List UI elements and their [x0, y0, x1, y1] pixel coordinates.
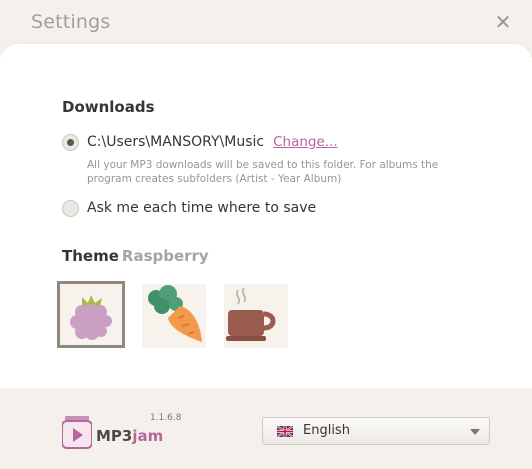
download-hint-line1: All your MP3 downloads will be saved to … — [87, 159, 439, 171]
theme-carrot[interactable] — [142, 284, 206, 348]
download-path-label: C:\Users\MANSORY\Music — [87, 134, 265, 150]
settings-footer: MP3jam 1.1.6.8 English — [0, 388, 532, 469]
window-title: Settings — [31, 11, 111, 33]
theme-raspberry[interactable] — [57, 281, 125, 348]
brand-prefix: MP3 — [96, 427, 133, 445]
brand-suffix: jam — [132, 427, 164, 445]
ask-each-time-option[interactable]: Ask me each time where to save — [62, 198, 316, 218]
raspberry-icon — [70, 295, 112, 340]
language-label: English — [303, 423, 350, 438]
downloads-title: Downloads — [62, 98, 155, 116]
download-path-radio[interactable] — [62, 133, 79, 151]
ask-each-time-radio[interactable] — [62, 199, 79, 217]
download-path-option[interactable]: C:\Users\MANSORY\Music Change... — [62, 132, 338, 152]
download-hint: All your MP3 downloads will be saved to … — [87, 158, 447, 186]
chevron-down-icon — [470, 429, 480, 435]
language-select[interactable]: English — [262, 417, 490, 445]
ask-each-time-label: Ask me each time where to save — [87, 200, 317, 216]
theme-title: Theme Raspberry — [62, 247, 209, 265]
close-icon[interactable]: ✕ — [492, 11, 514, 33]
app-version: 1.1.6.8 — [150, 413, 182, 423]
theme-current-name: Raspberry — [121, 247, 209, 265]
carrot-icon — [148, 285, 202, 342]
uk-flag-icon — [277, 426, 293, 437]
theme-coffee[interactable] — [224, 284, 288, 348]
theme-title-label: Theme — [62, 247, 119, 265]
coffee-cup-icon — [226, 287, 276, 341]
settings-panel: Downloads C:\Users\MANSORY\Music Change.… — [0, 44, 532, 388]
change-folder-link[interactable]: Change... — [273, 134, 338, 150]
mp3jam-logo-icon — [62, 416, 92, 449]
app-brand-text: MP3jam — [96, 427, 163, 445]
download-hint-line2: program creates subfolders (Artist - Yea… — [87, 173, 342, 185]
